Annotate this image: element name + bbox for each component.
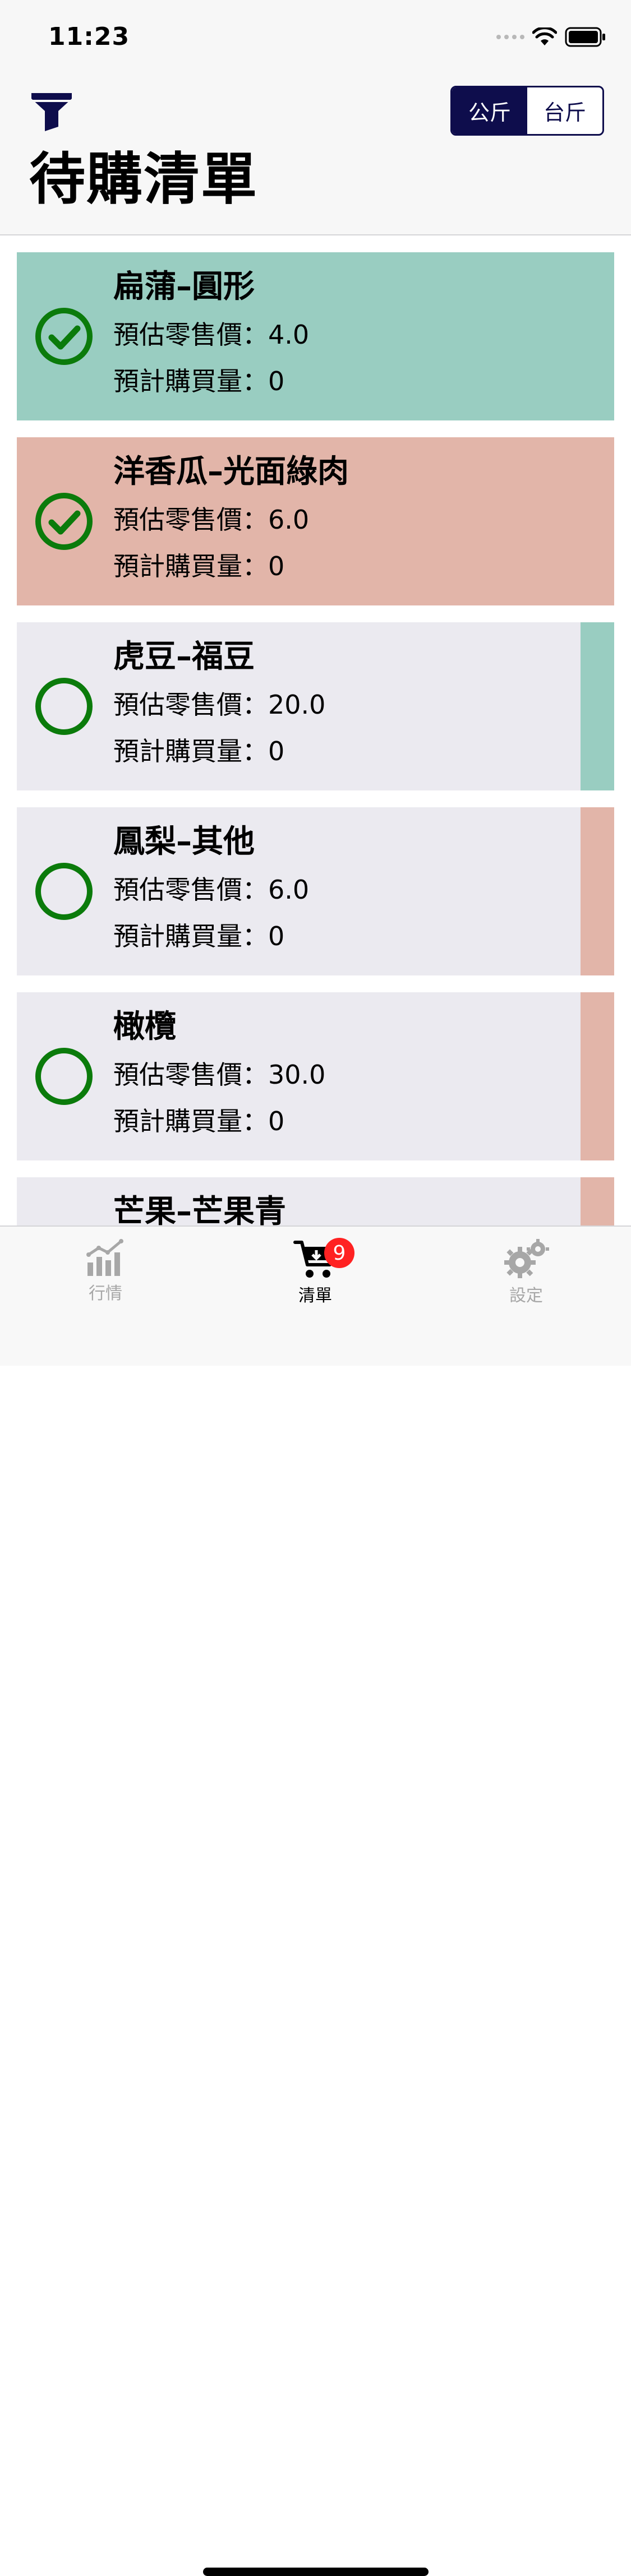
tab-list[interactable]: 9 清單 bbox=[259, 1238, 371, 1316]
tab-label: 設定 bbox=[509, 1286, 543, 1306]
wifi-icon bbox=[532, 27, 557, 45]
status-stripe bbox=[581, 622, 614, 790]
unchecked-circle-icon[interactable] bbox=[34, 861, 94, 922]
battery-icon bbox=[565, 27, 605, 47]
tab-market[interactable]: 行情 bbox=[49, 1238, 162, 1316]
item-price: 預估零售價：6.0 bbox=[113, 875, 310, 905]
status-indicators bbox=[496, 27, 606, 47]
page-title: 待購清單 bbox=[29, 146, 258, 212]
unchecked-circle-icon[interactable] bbox=[34, 1046, 94, 1107]
item-name: 扁蒲–圓形 bbox=[113, 269, 255, 305]
filter-button[interactable] bbox=[30, 91, 73, 131]
tab-settings[interactable]: 設定 bbox=[470, 1238, 582, 1316]
item-price: 預估零售價：20.0 bbox=[113, 690, 326, 720]
item-quantity: 預計購買量：0 bbox=[113, 1106, 285, 1136]
unchecked-circle-icon[interactable] bbox=[34, 676, 94, 737]
list-item[interactable]: 洋香瓜–光面綠肉 預估零售價：6.0 預計購買量：0 bbox=[17, 437, 614, 605]
item-quantity: 預計購買量：0 bbox=[113, 736, 285, 766]
checked-circle-icon[interactable] bbox=[34, 306, 94, 367]
item-name: 橄欖 bbox=[113, 1009, 176, 1045]
unit-toggle[interactable]: 公斤 台斤 bbox=[450, 86, 604, 136]
chart-icon bbox=[86, 1239, 123, 1276]
item-quantity: 預計購買量：0 bbox=[113, 551, 285, 581]
navigation-header: 11:23 公斤 台斤 待購清單 bbox=[0, 0, 631, 235]
unit-option-kg[interactable]: 公斤 bbox=[452, 87, 527, 134]
tab-bar: 行情 9 清單 設定 bbox=[0, 1225, 631, 2576]
item-name: 鳳梨–其他 bbox=[113, 824, 255, 860]
home-indicator[interactable] bbox=[203, 2568, 429, 2576]
list-item[interactable]: 扁蒲–圓形 預估零售價：4.0 預計購買量：0 bbox=[17, 252, 614, 420]
shopping-list: 扁蒲–圓形 預估零售價：4.0 預計購買量：0 洋香瓜–光面綠肉 預估零售價：6… bbox=[17, 252, 614, 1362]
status-stripe bbox=[581, 992, 614, 1160]
list-item[interactable]: 鳳梨–其他 預估零售價：6.0 預計購買量：0 bbox=[17, 807, 614, 975]
item-quantity: 預計購買量：0 bbox=[113, 366, 285, 396]
item-price: 預估零售價：30.0 bbox=[113, 1060, 326, 1090]
item-quantity: 預計購買量：0 bbox=[113, 921, 285, 951]
list-item[interactable]: 橄欖 預估零售價：30.0 預計購買量：0 bbox=[17, 992, 614, 1160]
tab-label: 清單 bbox=[298, 1286, 332, 1306]
status-stripe bbox=[581, 807, 614, 975]
unit-option-catty[interactable]: 台斤 bbox=[527, 87, 602, 134]
checked-circle-icon[interactable] bbox=[34, 491, 94, 552]
status-time: 11:23 bbox=[48, 22, 130, 51]
item-price: 預估零售價：4.0 bbox=[113, 320, 310, 350]
gear-icon bbox=[504, 1239, 549, 1278]
tab-label: 行情 bbox=[89, 1284, 122, 1303]
cellular-signal-icon bbox=[496, 35, 524, 39]
cart-count-badge: 9 bbox=[324, 1238, 354, 1268]
list-item[interactable]: 虎豆–福豆 預估零售價：20.0 預計購買量：0 bbox=[17, 622, 614, 790]
item-name: 虎豆–福豆 bbox=[113, 639, 255, 675]
item-price: 預估零售價：6.0 bbox=[113, 505, 310, 535]
filter-icon bbox=[31, 93, 72, 131]
item-name: 洋香瓜–光面綠肉 bbox=[113, 454, 349, 490]
